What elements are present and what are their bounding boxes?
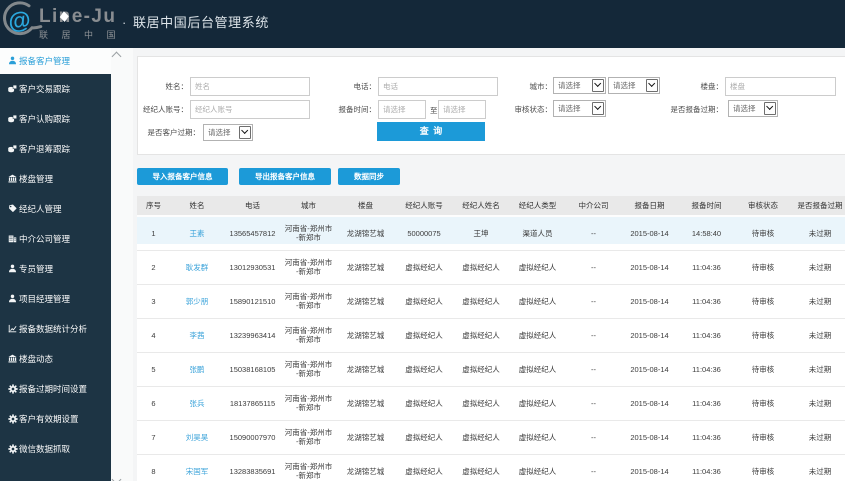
- svg-text:@: @: [6, 6, 32, 35]
